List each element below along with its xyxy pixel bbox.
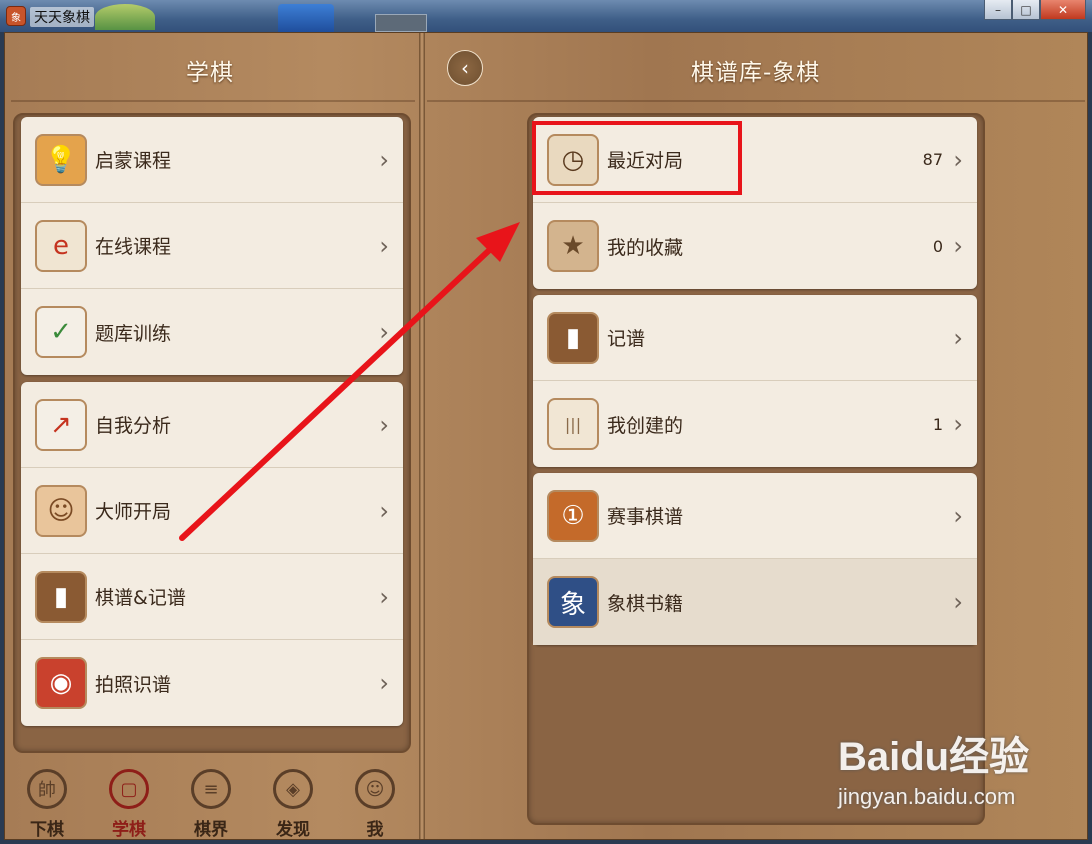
red-arrow-annotation — [179, 222, 520, 541]
watermark-main: Baidu经验 — [838, 735, 1030, 779]
watermark-sub: jingyan.baidu.com — [838, 784, 1016, 809]
baidu-watermark: Baidu经验 jingyan.baidu.com — [838, 724, 1029, 810]
